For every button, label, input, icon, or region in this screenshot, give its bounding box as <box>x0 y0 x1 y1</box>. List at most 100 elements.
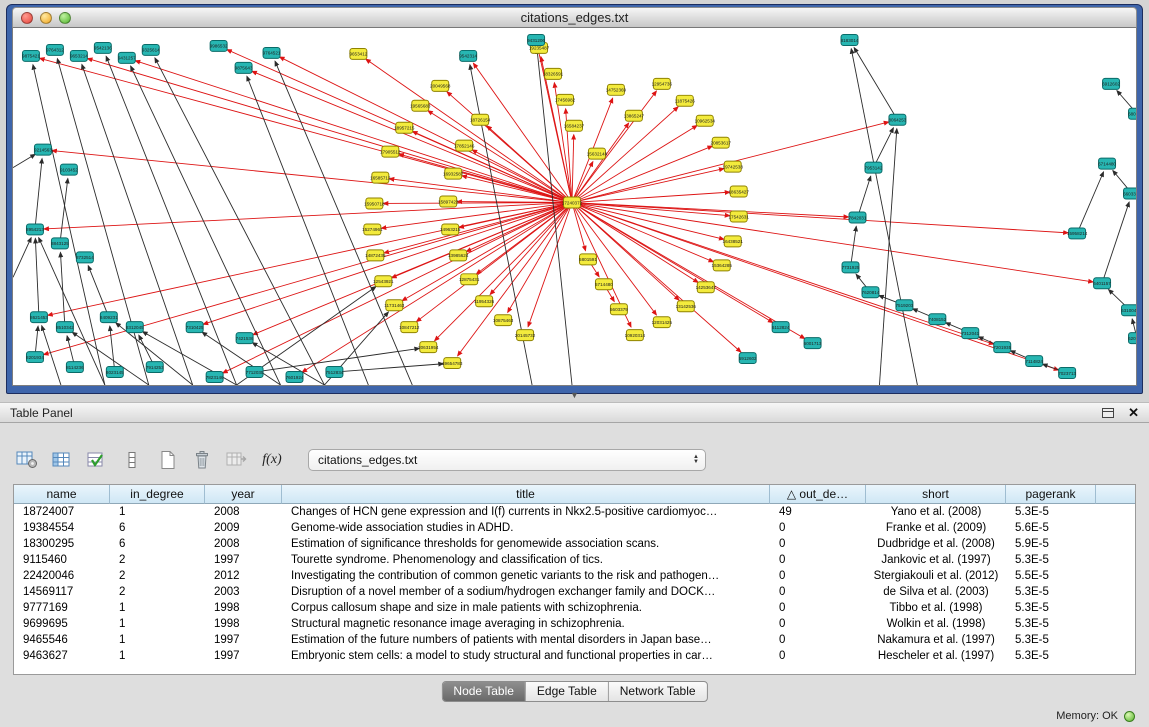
graph-node[interactable]: 7310425 <box>186 322 204 333</box>
graph-node[interactable]: 7512834 <box>326 367 344 378</box>
graph-node[interactable]: 16932587 <box>443 168 464 179</box>
graph-node[interactable]: 17905512 <box>380 146 401 157</box>
minimize-button[interactable] <box>40 12 52 24</box>
memory-status-indicator[interactable] <box>1124 711 1135 722</box>
graph-node[interactable]: 7601924 <box>286 372 304 383</box>
tab-edge-table[interactable]: Edge Table <box>525 682 608 701</box>
graph-node[interactable]: 9764312 <box>46 44 64 55</box>
graph-node[interactable]: 16438521 <box>723 236 744 247</box>
graph-node[interactable]: 7201935 <box>993 342 1011 353</box>
graph-node[interactable]: 7731925 <box>842 262 860 273</box>
graph-node[interactable]: 8510342 <box>56 322 74 333</box>
graph-node[interactable]: 9431206 <box>527 34 545 45</box>
column-header-in_degree[interactable]: in_degree <box>110 485 205 504</box>
column-header-year[interactable]: year <box>205 485 282 504</box>
graph-node[interactable]: 18957215 <box>394 122 415 133</box>
table-row[interactable]: 977716911998Corpus callosum shape and si… <box>14 600 1135 616</box>
graph-node[interactable]: 9875421 <box>22 50 40 61</box>
graph-node[interactable]: 9542314 <box>459 50 477 61</box>
select-rows-icon[interactable] <box>84 448 110 472</box>
tab-network-table[interactable]: Network Table <box>608 682 707 701</box>
window-titlebar[interactable]: citations_edges.txt <box>12 7 1137 28</box>
column-header-short[interactable]: short <box>866 485 1006 504</box>
graph-node[interactable]: 11731463 <box>384 300 404 311</box>
graph-node[interactable]: 14872435 <box>365 250 386 261</box>
table-row[interactable]: 1938455462009Genome-wide association stu… <box>14 520 1135 536</box>
graph-node[interactable]: 16584237 <box>564 120 585 131</box>
table-row[interactable]: 1830029562008Estimation of significance … <box>14 536 1135 552</box>
row-height-icon[interactable] <box>119 448 145 472</box>
column-header-out_degree[interactable]: △ out_de… <box>770 485 866 504</box>
float-panel-icon[interactable] <box>1102 408 1114 418</box>
delete-table-icon[interactable] <box>189 448 215 472</box>
column-header-pagerank[interactable]: pagerank <box>1006 485 1096 504</box>
table-selector-dropdown[interactable]: citations_edges.txt ▲▼ <box>308 449 706 471</box>
graph-node[interactable]: 12031425 <box>652 317 673 328</box>
graph-node[interactable]: 20853617 <box>711 137 732 148</box>
graph-node[interactable]: 6801591 <box>1128 108 1136 119</box>
column-header-name[interactable]: name <box>14 485 110 504</box>
graph-node[interactable]: 14963215 <box>440 224 461 235</box>
graph-node[interactable]: 6714480 <box>1098 158 1116 169</box>
zoom-button[interactable] <box>59 12 71 24</box>
graph-node[interactable]: 13865247 <box>624 110 645 121</box>
graph-node[interactable]: 7519203 <box>895 300 913 311</box>
graph-node[interactable]: 15274961 <box>362 224 383 235</box>
graph-node[interactable]: 20049568 <box>430 80 451 91</box>
graph-node[interactable]: 9764521 <box>263 47 281 58</box>
graph-node[interactable]: 12954736 <box>652 78 673 89</box>
graph-node[interactable]: 15632148 <box>587 148 608 159</box>
graph-node[interactable]: 8954213 <box>26 224 44 235</box>
graph-node[interactable]: 7620814 <box>862 287 880 298</box>
graph-node[interactable]: 12875431 <box>459 274 480 285</box>
graph-node[interactable]: 15958214 <box>1067 228 1088 239</box>
graph-node[interactable]: 7408152 <box>928 314 946 325</box>
graph-node[interactable]: 19654783 <box>442 358 463 369</box>
graph-node[interactable]: 17542631 <box>729 211 750 222</box>
graph-node[interactable]: 8843125 <box>51 238 69 249</box>
graph-node[interactable]: 7712035 <box>246 367 264 378</box>
network-canvas[interactable]: 1724037220049568195656831895721517905512… <box>12 28 1137 386</box>
tab-node-table[interactable]: Node Table <box>442 682 525 701</box>
graph-node[interactable]: 12543921 <box>373 276 394 287</box>
graph-node[interactable]: 15950718 <box>364 198 385 209</box>
graph-node[interactable]: 18726154 <box>470 114 491 125</box>
graph-node[interactable]: 10847212 <box>399 322 420 333</box>
graph-node[interactable]: 18635427 <box>729 186 750 197</box>
graph-node[interactable]: 7823146 <box>206 372 224 383</box>
graph-node[interactable]: 14752369 <box>606 84 627 95</box>
new-table-icon[interactable] <box>154 448 180 472</box>
graph-node[interactable]: 18326591 <box>543 68 564 79</box>
graph-node[interactable]: 9653214 <box>70 50 88 61</box>
table-row[interactable]: 946554611997Estimation of the future num… <box>14 632 1135 648</box>
graph-node[interactable]: 5714480 <box>595 279 613 290</box>
network-graph[interactable]: 1724037220049568195656831895721517905512… <box>13 28 1136 385</box>
graph-node[interactable]: 9325614 <box>142 44 160 55</box>
graph-node[interactable]: 7421536 <box>236 333 254 344</box>
graph-node[interactable]: 5912602 <box>739 353 757 364</box>
graph-node[interactable]: 20145732 <box>515 330 536 341</box>
show-columns-icon[interactable] <box>49 448 75 472</box>
table-row[interactable]: 969969511998Structural magnetic resonanc… <box>14 616 1135 632</box>
graph-node[interactable]: 13142536 <box>676 301 697 312</box>
graph-node[interactable]: 5603379 <box>610 304 628 315</box>
graph-node[interactable]: 7312041 <box>961 328 979 339</box>
graph-node[interactable]: 6001713 <box>804 338 822 349</box>
graph-node[interactable]: 6603379 <box>1123 188 1136 199</box>
graph-node[interactable]: 6310046 <box>1121 305 1136 316</box>
graph-node[interactable]: 7114824 <box>1025 356 1043 367</box>
graph-node[interactable]: 6203935 <box>1128 333 1136 344</box>
graph-node[interactable]: 15897423 <box>438 196 459 207</box>
graph-node[interactable]: 16585712 <box>370 172 391 183</box>
function-builder-icon[interactable]: f(x) <box>259 448 285 472</box>
graph-node[interactable]: 7953142 <box>865 162 883 173</box>
graph-node[interactable]: 15364285 <box>712 260 733 271</box>
graph-node[interactable]: 9103452 <box>60 164 78 175</box>
graph-node[interactable]: 17240372 <box>562 197 583 208</box>
column-header-title[interactable]: title <box>282 485 770 504</box>
table-row[interactable]: 1872400712008Changes of HCN gene express… <box>14 504 1135 520</box>
graph-node[interactable]: 9986532 <box>210 40 228 51</box>
graph-node[interactable]: 20631954 <box>418 342 439 353</box>
graph-node[interactable]: 6112824 <box>772 322 790 333</box>
graph-node[interactable]: 9653412 <box>349 48 367 59</box>
